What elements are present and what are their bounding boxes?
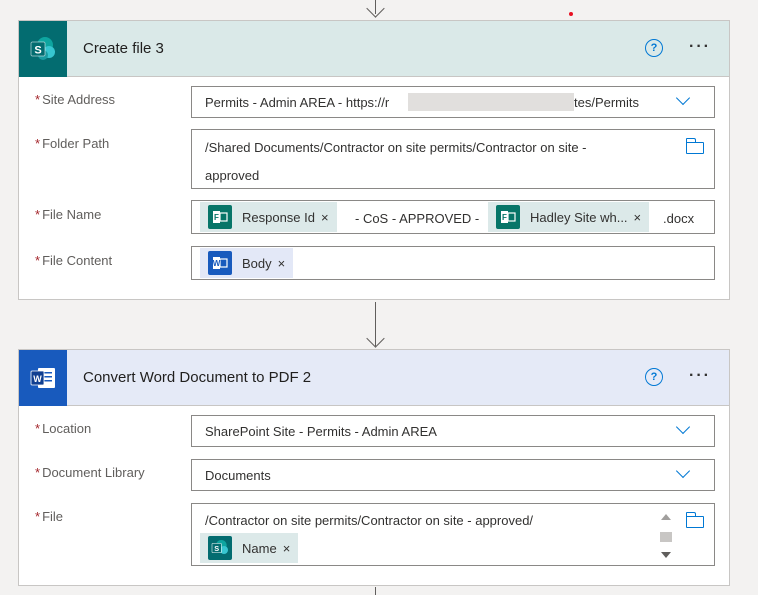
forms-icon: F [496,205,520,229]
svg-text:S: S [214,544,219,553]
file-content-label: * File Content [35,253,113,268]
required-mark: * [35,253,41,268]
remove-token-icon[interactable]: × [278,256,286,271]
svg-text:F: F [502,213,507,222]
svg-text:S: S [34,45,41,57]
create-file-header[interactable]: S Create file 3 ? ··· [19,21,729,77]
help-icon[interactable]: ? [645,368,663,386]
site-address-value: Permits - Admin AREA - https://r [205,95,390,110]
token-hadley-site[interactable]: F Hadley Site wh... × [488,202,650,232]
folder-picker-icon[interactable] [685,138,704,154]
chevron-down-icon [675,463,691,479]
convert-pdf-card: W Convert Word Document to PDF 2 ? ··· *… [18,349,730,586]
file-name-suffix: .docx [663,211,695,226]
sharepoint-icon: S [19,21,67,77]
token-body[interactable]: W Body × [200,248,294,278]
location-label: * Location [35,421,92,436]
help-icon[interactable]: ? [645,39,663,57]
required-mark: * [35,92,41,107]
connector-arrow-middle [366,329,385,348]
file-content-input[interactable]: W Body × [191,246,715,280]
required-mark: * [35,207,41,222]
svg-text:F: F [214,213,219,222]
connector-line-bottom [375,587,376,595]
token-label: Name [242,540,277,556]
folder-picker-icon[interactable] [685,512,704,528]
required-mark: * [35,421,41,436]
file-name-input[interactable]: F Response Id × - CoS - APPROVED - F Had… [191,200,715,234]
file-name-label: * File Name [35,207,102,222]
folder-path-line2: approved [205,168,260,183]
location-value: SharePoint Site - Permits - Admin AREA [205,424,437,439]
token-label: Response Id [242,209,315,225]
file-path-line1: /Contractor on site permits/Contractor o… [205,513,534,528]
svg-text:W: W [213,259,221,268]
forms-icon: F [208,205,232,229]
required-mark: * [35,465,41,480]
more-options-icon[interactable]: ··· [689,367,711,385]
token-response-id[interactable]: F Response Id × [200,202,337,232]
document-library-label: * Document Library [35,465,145,480]
document-library-value: Documents [205,468,271,483]
folder-path-line1: /Shared Documents/Contractor on site per… [205,140,587,155]
remove-token-icon[interactable]: × [321,210,329,225]
document-library-dropdown[interactable]: Documents [191,459,715,491]
token-label: Hadley Site wh... [530,209,628,225]
sharepoint-icon: S [208,536,232,560]
redacted-block [408,93,574,111]
svg-text:W: W [33,374,42,384]
site-address-label: * Site Address [35,92,116,107]
chevron-down-icon [675,90,691,106]
folder-path-label: * Folder Path [35,136,110,151]
word-icon: W [208,251,232,275]
folder-path-input[interactable]: /Shared Documents/Contractor on site per… [191,129,715,189]
scroll-thumb[interactable] [660,532,672,542]
remove-token-icon[interactable]: × [634,210,642,225]
required-mark: * [35,136,41,151]
convert-pdf-title: Convert Word Document to PDF 2 [83,369,312,386]
scroll-down-icon[interactable] [661,552,671,558]
file-input-scrollbar[interactable] [658,512,674,560]
file-label: * File [35,509,64,524]
create-file-title: Create file 3 [83,40,164,57]
site-address-dropdown[interactable]: Permits - Admin AREA - https://r tes/Per… [191,86,715,118]
create-file-card: S Create file 3 ? ··· * Site Address Perm… [18,20,730,300]
word-icon: W [19,350,67,406]
convert-pdf-header[interactable]: W Convert Word Document to PDF 2 ? ··· [19,350,729,406]
location-dropdown[interactable]: SharePoint Site - Permits - Admin AREA [191,415,715,447]
red-dot [569,12,573,16]
scroll-up-icon[interactable] [661,514,671,520]
token-label: Body [242,255,272,271]
file-name-separator: - CoS - APPROVED - [355,211,480,226]
remove-token-icon[interactable]: × [283,541,291,556]
token-name[interactable]: S Name × [200,533,299,563]
more-options-icon[interactable]: ··· [689,38,711,56]
connector-arrow-top [366,0,385,18]
file-input[interactable]: /Contractor on site permits/Contractor o… [191,503,715,566]
chevron-down-icon [675,419,691,435]
required-mark: * [35,509,41,524]
site-address-value-suffix: tes/Permits [574,95,640,110]
